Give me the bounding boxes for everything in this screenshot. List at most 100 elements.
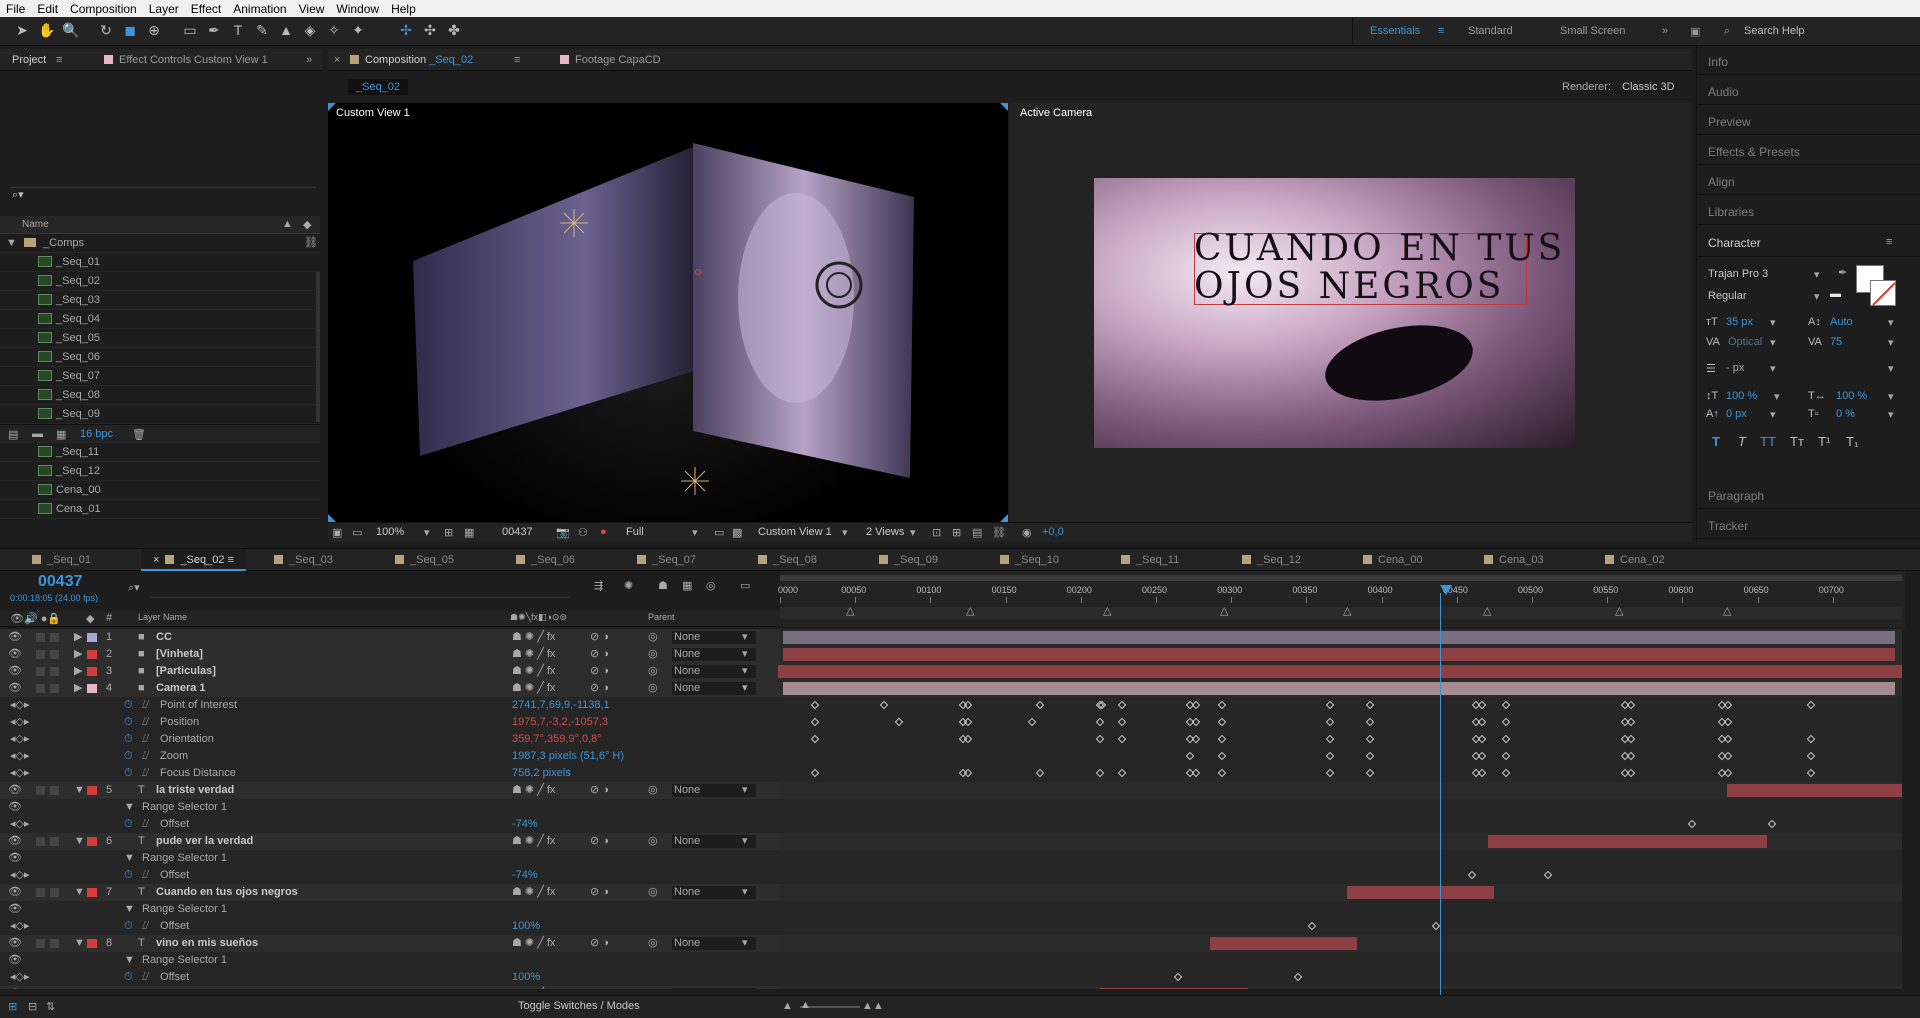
3d-layer-icons[interactable]: ⊘ ◑ — [590, 680, 609, 697]
layer-switches-icons[interactable]: ☗ ✺ ╱ fx — [512, 646, 555, 663]
flowchart-view-icon[interactable]: ⛓ — [992, 526, 1006, 539]
keyframe-diamond[interactable] — [1217, 751, 1227, 761]
keyframe-diamond[interactable] — [963, 768, 973, 778]
range-selector-row[interactable]: 👁 ▼ Range Selector 1 — [0, 850, 780, 867]
property-value[interactable]: 100% — [512, 969, 540, 986]
property-row[interactable]: ◂◇▸ ⏱ ⌰ Orientation 359,7°,359,9°,0,8° — [0, 731, 780, 748]
current-time-indicator-line[interactable] — [1440, 593, 1441, 997]
3d-layer-icons[interactable]: ⊘ ◑ — [590, 833, 609, 850]
layer-name[interactable]: Camera 1 — [156, 680, 206, 697]
layer-row[interactable]: 👁 ▼ 6 Tpude ver la verdad ☗ ✺ ╱ fx ⊘ ◑ ◎ None ▾ — [0, 833, 780, 850]
folder-comps[interactable]: ▼ _Comps ⛓ — [0, 234, 320, 253]
keyframe-diamond[interactable] — [1806, 768, 1816, 778]
parent-pick-whip-icon[interactable]: ◎ — [648, 629, 658, 646]
stroke-type-dropdown-icon[interactable]: ▾ — [1888, 362, 1894, 375]
keyframe-diamond[interactable] — [1626, 700, 1636, 710]
hand-tool-icon[interactable]: ✋ — [38, 22, 55, 38]
lock-toggle[interactable] — [50, 633, 59, 642]
search-help-input[interactable]: Search Help — [1744, 25, 1805, 37]
color-channel-icon[interactable]: ● — [600, 526, 607, 538]
keyframe-nav-icons[interactable]: ◂◇▸ — [10, 731, 30, 748]
collapse-arrow-icon[interactable]: ▼ — [124, 850, 135, 867]
property-row[interactable]: ◂◇▸ ⏱ ⌰ Focus Distance 758,2 pixels — [0, 765, 780, 782]
keyframe-track[interactable] — [778, 663, 1902, 680]
lock-toggle[interactable] — [50, 888, 59, 897]
pixel-aspect-icon[interactable]: ⊡ — [932, 526, 941, 539]
comp-menu-icon[interactable]: ≡ — [514, 54, 520, 66]
collapse-arrow-icon[interactable]: ▼ — [124, 952, 135, 969]
resolution-dropdown-icon[interactable]: ▾ — [692, 526, 698, 539]
layer-row[interactable]: 👁 ▶ 2 ■ [Vinheta] ☗ ✺ ╱ fx ⊘ ◑ ◎ None ▾ — [0, 646, 780, 663]
layer-duration-bar[interactable] — [783, 682, 1895, 695]
parent-pick-whip-icon[interactable]: ◎ — [648, 663, 658, 680]
project-item[interactable]: _Seq_06 — [0, 348, 320, 367]
panel-tracker[interactable]: Tracker — [1698, 510, 1920, 539]
3d-layer-icons[interactable]: ⊘ ◑ — [590, 782, 609, 799]
property-row[interactable]: ◂◇▸ ⏱ ⌰ Point of Interest 2741,7,69,9,-1138,… — [0, 697, 780, 714]
parent-pick-whip-icon[interactable]: ◎ — [648, 833, 658, 850]
menu-window[interactable]: Window — [330, 2, 385, 16]
toggle-transparency-icon[interactable]: ▩ — [732, 526, 742, 539]
menu-animation[interactable]: Animation — [227, 2, 292, 16]
keyframe-diamond[interactable] — [1035, 700, 1045, 710]
sync-settings-icon[interactable]: ▣ — [1690, 25, 1700, 38]
keyframe-track[interactable] — [780, 918, 1902, 935]
tab-project[interactable]: Project — [12, 54, 46, 66]
keyframe-diamond[interactable] — [1117, 717, 1127, 727]
layer-name[interactable]: vino en mis sueños — [156, 935, 258, 952]
layer-row[interactable]: 👁 ▼ 7 T Cuando en tus ojos negros ☗ ✺ ╱ fx ⊘ ◑… — [0, 884, 780, 901]
timeline-tab[interactable]: _Seq_07 — [625, 549, 708, 571]
project-item[interactable]: Cena_00 — [0, 481, 320, 500]
keyframe-diamond[interactable] — [1806, 700, 1816, 710]
visibility-eye-icon[interactable]: 👁 — [8, 782, 22, 799]
faux-italic-icon[interactable]: T — [1738, 434, 1746, 449]
keyframe-diamond[interactable] — [1501, 734, 1511, 744]
parent-dropdown-icon[interactable]: ▾ — [742, 629, 748, 646]
keyframe-track[interactable] — [780, 935, 1902, 952]
keyframe-diamond[interactable] — [1095, 768, 1105, 778]
layer-duration-bar[interactable] — [778, 665, 1902, 678]
comp-mini-flowchart-icon[interactable]: ⇶ — [594, 579, 603, 592]
project-item[interactable]: _Seq_02 — [0, 272, 320, 291]
project-item[interactable]: _Seq_07 — [0, 367, 320, 386]
visibility-eye-icon[interactable]: 👁 — [8, 799, 22, 816]
keyframe-diamond[interactable] — [1501, 768, 1511, 778]
keyframe-diamond[interactable] — [1365, 751, 1375, 761]
graph-icon[interactable]: ⌰ — [142, 748, 149, 765]
project-item[interactable]: _Seq_09 — [0, 405, 320, 424]
parent-pick-whip-icon[interactable]: ◎ — [648, 884, 658, 901]
property-row[interactable]: ◂◇▸ ⏱ ⌰ Offset -74% — [0, 867, 780, 884]
keyframe-diamond[interactable] — [810, 717, 820, 727]
property-value[interactable]: 1987,3 pixels (51,6° H) — [512, 748, 624, 765]
keyframe-nav-icons[interactable]: ◂◇▸ — [10, 918, 30, 935]
menu-view[interactable]: View — [293, 2, 331, 16]
parent-pick-whip-icon[interactable]: ◎ — [648, 935, 658, 952]
visibility-eye-icon[interactable]: 👁 — [8, 680, 22, 697]
expand-arrow-icon[interactable]: ▼ — [74, 884, 85, 901]
menu-layer[interactable]: Layer — [143, 2, 185, 16]
keyframe-diamond[interactable] — [1325, 768, 1335, 778]
menu-help[interactable]: Help — [385, 2, 422, 16]
keyframe-diamond[interactable] — [1217, 768, 1227, 778]
solo-toggle[interactable] — [36, 939, 45, 948]
keyframe-track[interactable] — [780, 799, 1902, 816]
expand-arrow-icon[interactable]: ▶ — [74, 663, 82, 680]
keyframe-diamond[interactable] — [1173, 972, 1183, 982]
label-color-swatch[interactable] — [87, 650, 97, 659]
property-value[interactable]: 2741,7,69,9,-1138,1 — [512, 697, 610, 714]
property-value[interactable]: 758,2 pixels — [512, 765, 571, 782]
keyframe-track[interactable] — [780, 680, 1902, 697]
expand-arrow-icon[interactable]: ▼ — [74, 986, 85, 989]
parent-dropdown-icon[interactable]: ▾ — [742, 986, 748, 989]
collapse-arrow-icon[interactable]: ▼ — [124, 901, 135, 918]
monitor-icon[interactable]: ▭ — [352, 526, 362, 539]
expand-pane-icon[interactable]: ⊟ — [28, 1000, 37, 1013]
keyframe-diamond[interactable] — [1501, 700, 1511, 710]
layer-switches-icons[interactable]: ☗ ✺ ╱ fx — [512, 663, 555, 680]
panel-effects-presets[interactable]: Effects & Presets — [1698, 136, 1920, 165]
current-frame-field[interactable]: 00437 — [502, 526, 533, 538]
keyframe-track[interactable] — [780, 748, 1902, 765]
keyframe-diamond[interactable] — [1191, 768, 1201, 778]
layer-name[interactable]: [Vinheta] — [156, 646, 203, 663]
exposure-value[interactable]: +0,0 — [1042, 526, 1064, 538]
